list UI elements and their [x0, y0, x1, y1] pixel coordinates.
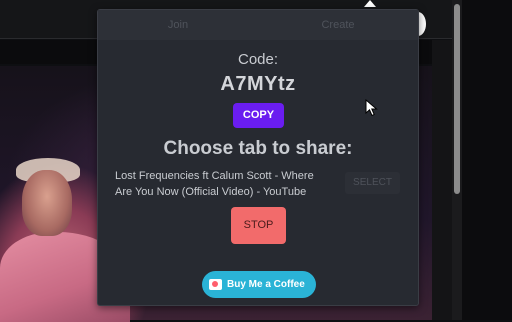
selected-tab-title: Lost Frequencies ft Calum Scott - Where … [115, 170, 314, 198]
share-popup: Join Create Code: A7MYtz COPY Choose tab… [97, 9, 419, 306]
popup-tab-bar: Join Create [98, 10, 418, 40]
coffee-button-label: Buy Me a Coffee [227, 279, 305, 290]
scrollbar-thumb[interactable] [454, 4, 460, 194]
room-code: A7MYtz [220, 73, 296, 95]
right-margin [462, 0, 512, 320]
select-button[interactable]: SELECT [345, 172, 400, 194]
video-person-head [22, 170, 72, 236]
share-heading: Choose tab to share: [163, 138, 353, 159]
coffee-cup-icon [209, 279, 222, 290]
tab-join[interactable]: Join [98, 10, 258, 40]
popup-arrow-notch [364, 0, 376, 7]
mouse-pointer-icon [365, 99, 378, 117]
stop-button[interactable]: STOP [231, 207, 286, 244]
copy-button[interactable]: COPY [233, 103, 284, 128]
tab-create[interactable]: Create [258, 10, 418, 40]
buy-me-a-coffee-button[interactable]: Buy Me a Coffee [202, 271, 316, 298]
page-side-strip [432, 40, 452, 320]
code-label: Code: [237, 51, 279, 68]
